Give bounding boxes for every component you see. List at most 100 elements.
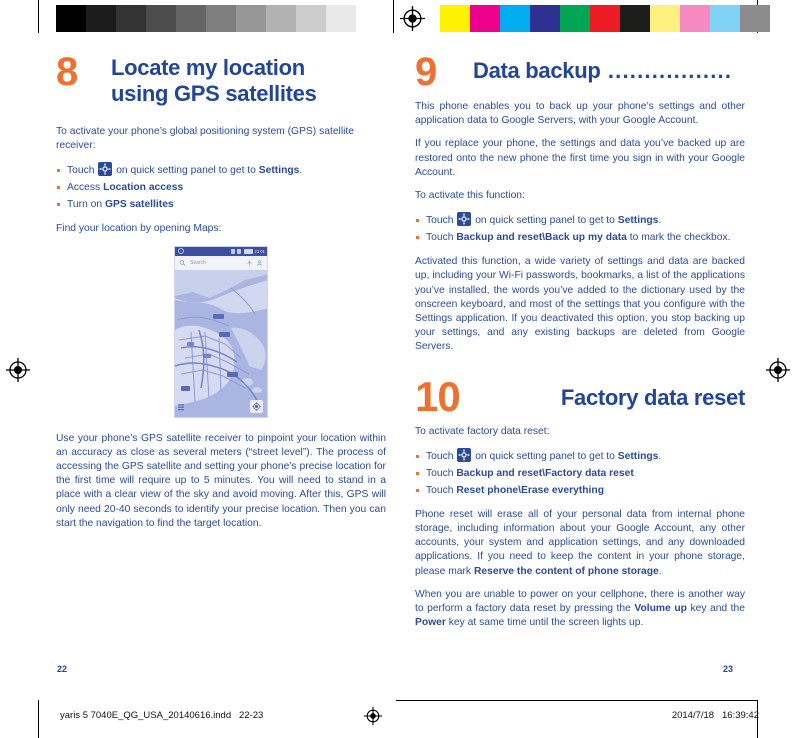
color-swatch-6 [620,5,650,32]
chapter-title-line2-plain: using [111,81,174,106]
chapter-number: 10 [415,372,461,420]
color-swatch-10 [740,5,770,32]
data-backup-para-3: Activated this function, a wide variety … [415,256,745,353]
my-location-icon[interactable] [250,399,263,413]
step-text-mid: on quick setting panel to get to [113,165,259,177]
grayscale-swatch-strip [56,5,386,32]
step-text: Turn on [67,199,105,211]
registration-target-icon-left [6,358,30,382]
left-page: 8 Locate my location using GPS satellite… [56,52,386,540]
gray-swatch-9 [326,5,356,32]
maps-screenshot-figure: 21:01 Search [56,245,386,418]
factory-reset-para-1: Phone reset will erase all of your perso… [415,508,745,579]
factory-reset-para-2: When you are unable to power on your cel… [415,588,745,631]
list-item: Touch Backup and reset\Back up my data t… [415,229,745,246]
step-bold: Location access [103,182,184,194]
right-page: 9 Data backup ................. This pho… [415,52,745,639]
chapter-title: Factory data reset [560,384,745,410]
activate-reset-text: To activate factory data reset: [415,425,550,437]
registration-target-icon [400,6,425,31]
chapter-number: 8 [56,50,78,94]
step-text-post: . [299,165,303,177]
gray-swatch-6 [236,5,266,32]
gray-swatch-4 [176,5,206,32]
gray-swatch-5 [206,5,236,32]
chapter-10-heading: 10 Factory data reset [415,375,745,417]
page-number-right: 23 [723,664,734,674]
directions-icon[interactable] [246,259,253,267]
person-icon[interactable] [256,259,263,267]
list-item: Touch Backup and reset\Factory data rese… [415,465,745,482]
step-text: Touch [426,484,457,496]
backup-steps-list: Touch on quick setting panel to get to S… [415,212,745,246]
find-location-text: Find your location by opening Maps: [56,223,222,235]
status-bar: 21:01 [175,246,267,256]
chapter-number: 9 [415,50,437,94]
status-time: 21:01 [254,248,265,254]
step-bold: Reset phone\Erase everything [456,484,604,496]
color-swatch-1 [470,5,500,32]
color-swatch-9 [710,5,740,32]
print-calibration-bar [0,0,796,38]
color-swatch-strip [440,5,770,32]
list-item: Access Location access [56,179,386,196]
color-swatch-8 [680,5,710,32]
print-timestamp: 2014/7/18 16:39:42 [671,710,759,721]
settings-gear-icon [457,212,472,227]
page-number-left: 22 [57,664,68,674]
chapter-8-heading: 8 Locate my location using GPS satellite… [56,52,386,107]
registration-target-icon-footer [363,706,383,726]
gps-steps-list: Touch on quick setting panel to get to S… [56,162,386,213]
magnifier-icon [179,259,186,266]
notification-dot-icon [178,248,184,255]
intro-text: To activate your phone’s global position… [56,126,355,152]
location-status-icon [230,248,235,254]
map-canvas[interactable] [175,269,267,417]
gray-swatch-10 [356,5,386,32]
color-swatch-7 [650,5,680,32]
color-swatch-4 [560,5,590,32]
battery-icon [243,248,253,254]
step-text-post: to mark the checkbox. [626,232,731,244]
step-text: Touch [67,165,98,177]
trim-line-footer-left [38,700,39,738]
registration-target-icon-right [766,358,790,382]
gray-swatch-0 [56,5,86,32]
para-bold: Reserve the content of phone storage [473,565,659,577]
step-text: Access [67,182,104,194]
trim-line-left [38,0,39,33]
activate-function-text: To activate this function: [415,190,525,202]
step-bold: Settings [258,165,300,177]
gray-swatch-7 [266,5,296,32]
chapter-title: Locate my location using GPS satellites [111,52,386,107]
step-text: Touch [426,232,457,244]
list-item: Touch Reset phone\Erase everything [415,482,745,499]
step-bold: Settings [617,450,659,462]
search-placeholder: Search [190,259,206,266]
gps-closing-text: Use your phone’s GPS satellite receiver … [56,432,386,529]
color-swatch-3 [530,5,560,32]
gray-swatch-2 [116,5,146,32]
list-item: Turn on GPS satellites [56,196,386,213]
map-search-bar[interactable]: Search [175,255,267,271]
step-bold: GPS satellites [104,199,174,211]
para-bold-volume: Volume up [634,603,687,615]
trim-line-center [393,0,394,33]
step-text-post: . [658,215,662,227]
step-bold: Backup and reset\Factory data reset [456,467,634,479]
chapter-title-text: Data backup [473,58,601,83]
settings-gear-icon [98,162,113,177]
color-swatch-2 [500,5,530,32]
gray-swatch-3 [146,5,176,32]
step-text: Touch [426,215,457,227]
para-text-b: key at same time until the screen lights… [445,617,644,629]
data-backup-para-2: If you replace your phone, the settings … [415,138,745,178]
step-text: Touch [426,467,457,479]
step-bold: Settings [617,215,659,227]
color-swatch-0 [440,5,470,32]
para-text-b: . [658,565,662,577]
layers-icon[interactable] [178,403,184,412]
factory-reset-steps-list: Touch on quick setting panel to get to S… [415,447,745,499]
gray-swatch-1 [86,5,116,32]
chapter-title-line2-bold: GPS satellites [173,81,317,106]
